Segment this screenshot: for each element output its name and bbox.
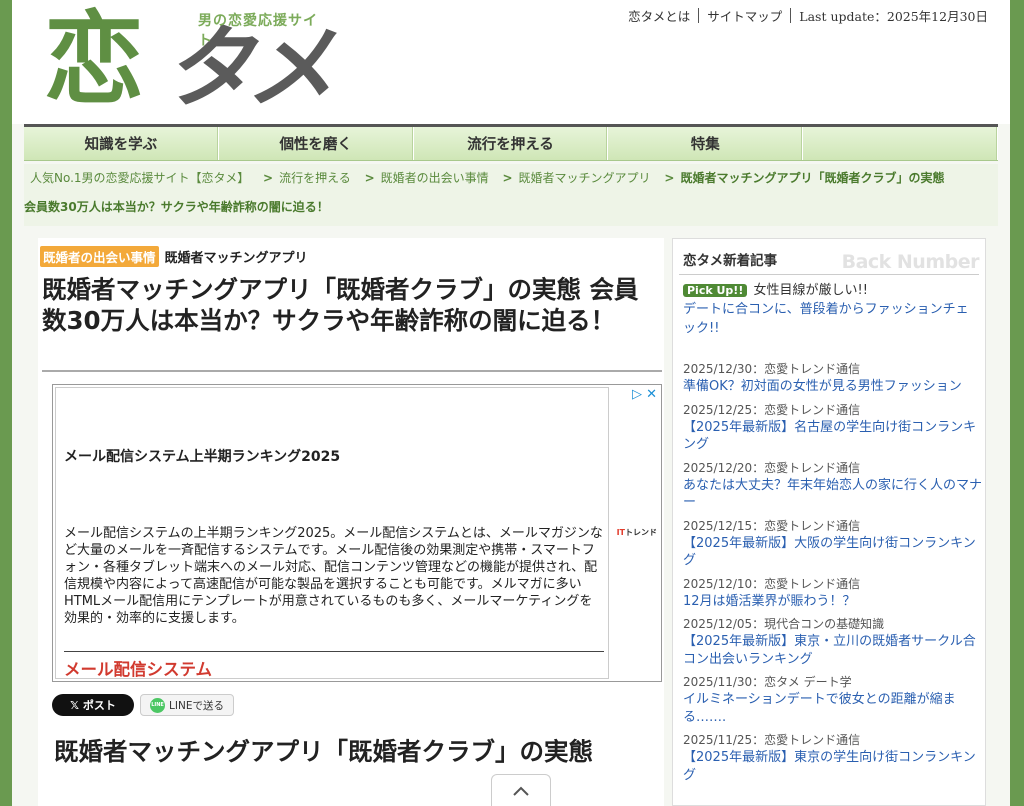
breadcrumb-separator: > — [664, 171, 675, 185]
logo-kanji: 恋 — [44, 1, 144, 118]
news-meta: 2025/12/05：現代合コンの基礎知識 — [683, 617, 885, 631]
nav-item-empty — [803, 127, 998, 160]
ad-link[interactable]: メール配信システム — [64, 656, 212, 680]
nav-item-learn[interactable]: 知識を学ぶ — [24, 127, 219, 160]
nav-item-personality[interactable]: 個性を磨く — [219, 127, 414, 160]
link-sitemap[interactable]: サイトマップ — [707, 6, 782, 25]
main-content: 既婚者の出会い事情 既婚者マッチングアプリ 既婚者マッチングアプリ「既婚者クラブ… — [38, 238, 664, 806]
breadcrumb-separator: > — [364, 171, 375, 185]
line-share-label: LINEで送る — [169, 699, 224, 712]
breadcrumb-trend[interactable]: 流行を押える — [279, 171, 351, 185]
news-link[interactable]: 【2025年最新版】東京の学生向け街コンランキング — [683, 749, 983, 784]
breadcrumb-current: 既婚者マッチングアプリ「既婚者クラブ」の実態 — [680, 171, 945, 185]
pickup-note: 女性目線が厳しい!! — [753, 283, 868, 298]
pickup-link[interactable]: デートに合コンに、普段着からファッションチェック!! — [683, 302, 969, 336]
title-divider — [42, 370, 662, 372]
ad-heading[interactable]: メール配信システム上半期ランキング2025 — [64, 446, 340, 466]
breadcrumb-married[interactable]: 既婚者の出会い事情 — [381, 171, 489, 185]
list-item: 2025/12/10：恋愛トレンド通信 12月は婚活業界が賑わう！？ — [683, 575, 983, 611]
news-link[interactable]: 準備OK？初対面の女性が見る男性ファッション — [683, 378, 983, 396]
breadcrumb-separator: > — [263, 171, 274, 185]
sidebar-header: 恋タメ新着記事 Back Number — [679, 243, 980, 275]
list-item: 2025/12/30：恋愛トレンド通信 準備OK？初対面の女性が見る男性ファッシ… — [683, 360, 983, 396]
ad-banner[interactable]: メール配信システム上半期ランキング2025 メール配信システムの上半期ランキング… — [52, 384, 662, 682]
line-share-button[interactable]: LINE LINEで送る — [140, 694, 234, 716]
back-number-link[interactable]: Back Number — [842, 251, 980, 273]
chevron-up-icon-svg — [513, 786, 529, 796]
list-item: 2025/12/20：恋愛トレンド通信 あなたは大丈夫？年末年始恋人の家に行く人… — [683, 459, 983, 512]
chevron-up-icon[interactable] — [491, 774, 551, 806]
sidebar: 恋タメ新着記事 Back Number Pick Up!! 女性目線が厳しい!!… — [672, 238, 986, 806]
global-nav: 知識を学ぶ 個性を磨く 流行を押える 特集 — [24, 124, 998, 161]
logo-tagline: 男の恋愛応援サイト — [198, 13, 318, 49]
list-item: 2025/12/25：恋愛トレンド通信 【2025年最新版】名古屋の学生向け街コ… — [683, 401, 983, 454]
news-list: 2025/12/30：恋愛トレンド通信 準備OK？初対面の女性が見る男性ファッシ… — [683, 360, 983, 789]
news-meta: 2025/11/30：恋タメ デート学 — [683, 675, 852, 689]
news-link[interactable]: あなたは大丈夫？年末年始恋人の家に行く人のマナー — [683, 477, 983, 512]
x-post-button[interactable]: 𝕏 ポスト — [52, 694, 134, 716]
category-row: 既婚者の出会い事情 既婚者マッチングアプリ — [40, 246, 308, 267]
news-meta: 2025/12/15：恋愛トレンド通信 — [683, 518, 861, 533]
article-title: 既婚者マッチングアプリ「既婚者クラブ」の実態 会員数30万人は本当か？サクラや年… — [42, 275, 639, 335]
list-item: 2025/12/15：恋愛トレンド通信 【2025年最新版】大阪の学生向け街コン… — [683, 517, 983, 570]
subcategory-label[interactable]: 既婚者マッチングアプリ — [165, 247, 308, 266]
ad-brand-prefix: IT — [616, 528, 625, 537]
site-logo[interactable]: 恋 タメ 男の恋愛応援サイト — [40, 1, 335, 122]
list-item: 2025/11/30：恋タメ デート学 イルミネーションデートで彼女との距離が縮… — [683, 673, 983, 726]
pickup-badge: Pick Up!! — [683, 284, 748, 297]
ad-brand-suffix: トレンド — [625, 528, 657, 537]
news-meta: 2025/12/10：恋愛トレンド通信 — [683, 576, 861, 591]
breadcrumb-separator: > — [502, 171, 513, 185]
news-link[interactable]: イルミネーションデートで彼女との距離が縮まる……. — [683, 691, 983, 726]
sidebar-title: 恋タメ新着記事 — [683, 253, 778, 269]
nav-item-feature[interactable]: 特集 — [608, 127, 804, 160]
ad-brand-logo: ITトレンド — [617, 527, 657, 538]
news-meta: 2025/12/20：恋愛トレンド通信 — [683, 460, 861, 475]
news-meta: 2025/12/25：恋愛トレンド通信 — [683, 402, 861, 417]
ad-choices-icon[interactable]: ▷ ✕ — [632, 387, 657, 402]
news-link[interactable]: 【2025年最新版】東京・立川の既婚者サークル合コン出会いランキング — [683, 633, 983, 668]
page: 恋 タメ 男の恋愛応援サイト 恋タメとは サイトマップ Last update：… — [12, 0, 1010, 806]
divider — [698, 8, 700, 23]
last-update: Last update：2025年12月30日 — [799, 9, 988, 24]
breadcrumb-current-cont: 会員数30万人は本当か？サクラや年齢詐称の闇に迫る！ — [24, 200, 329, 214]
site-header: 恋 タメ 男の恋愛応援サイト 恋タメとは サイトマップ Last update：… — [12, 0, 1010, 124]
line-icon: LINE — [150, 697, 166, 713]
news-meta: 2025/11/25：恋愛トレンド通信 — [683, 733, 861, 747]
breadcrumb-app[interactable]: 既婚者マッチングアプリ — [519, 171, 651, 185]
ad-divider — [64, 651, 604, 652]
ad-body: メール配信システムの上半期ランキング2025。メール配信システムとは、メールマガ… — [64, 526, 603, 626]
news-link[interactable]: 【2025年最新版】名古屋の学生向け街コンランキング — [683, 419, 983, 454]
news-link[interactable]: 12月は婚活業界が賑わう！？ — [683, 593, 983, 611]
pickup-box: Pick Up!! 女性目線が厳しい!! デートに合コンに、普段着からファッショ… — [683, 281, 979, 338]
breadcrumb: 人気No.1男の恋愛応援サイト【恋タメ】 > 流行を押える > 既婚者の出会い事情 … — [24, 164, 998, 226]
share-buttons: 𝕏 ポスト LINE LINEで送る — [52, 694, 234, 716]
divider — [790, 8, 792, 23]
list-item: 2025/11/25：恋愛トレンド通信 【2025年最新版】東京の学生向け街コン… — [683, 731, 983, 784]
nav-item-trend[interactable]: 流行を押える — [414, 127, 609, 160]
breadcrumb-home[interactable]: 人気No.1男の恋愛応援サイト【恋タメ】 — [30, 171, 249, 185]
top-links: 恋タメとは サイトマップ Last update：2025年12月30日 — [628, 6, 988, 25]
news-link[interactable]: 【2025年最新版】大阪の学生向け街コンランキング — [683, 535, 983, 570]
ad-content: メール配信システム上半期ランキング2025 メール配信システムの上半期ランキング… — [55, 387, 609, 679]
section-title: 既婚者マッチングアプリ「既婚者クラブ」の実態 — [54, 737, 593, 766]
news-meta: 2025/12/30：恋愛トレンド通信 — [683, 362, 861, 376]
list-item: 2025/12/05：現代合コンの基礎知識 【2025年最新版】東京・立川の既婚… — [683, 615, 983, 668]
link-about[interactable]: 恋タメとは — [628, 6, 690, 25]
category-badge[interactable]: 既婚者の出会い事情 — [40, 246, 159, 267]
